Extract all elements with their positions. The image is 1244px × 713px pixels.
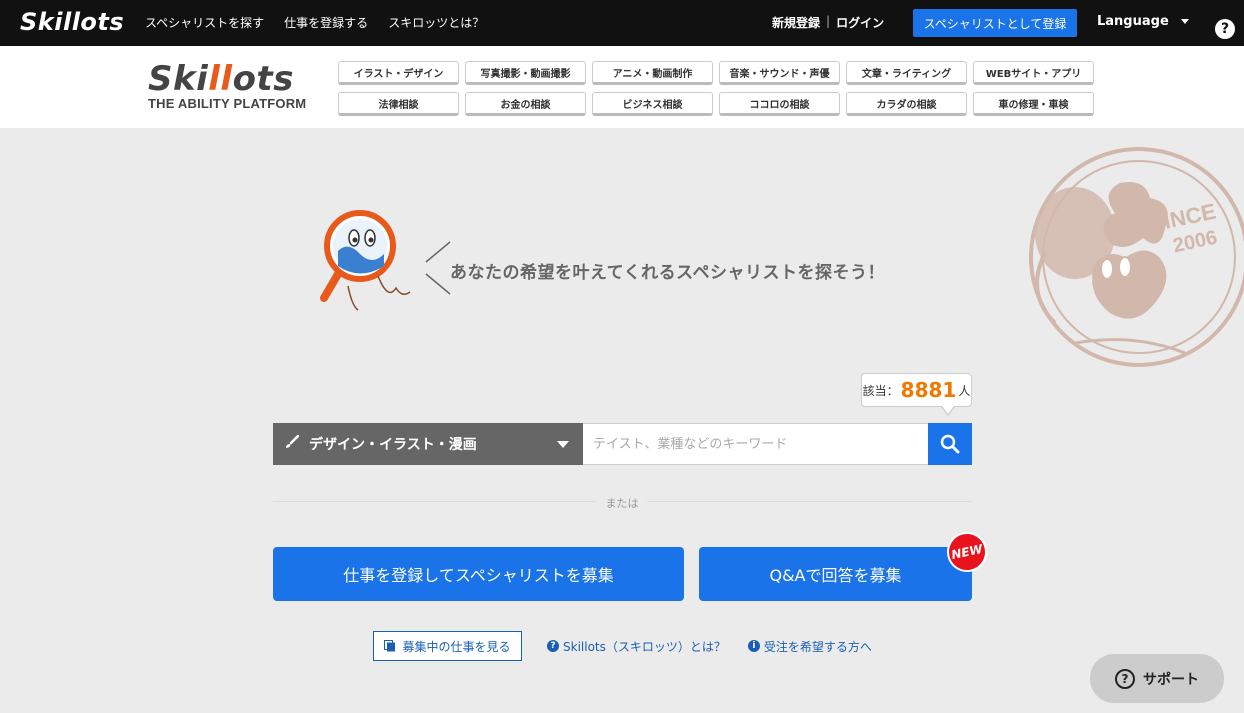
about-link[interactable]: ? Skillots（スキロッツ）とは？: [547, 638, 726, 655]
open-jobs-label: 募集中の仕事を見る: [402, 639, 511, 654]
since-2006-stamp-icon: SINCE 2006: [1025, 143, 1244, 375]
brand-tagline: THE ABILITY PLATFORM: [148, 96, 307, 111]
search-bar: デザイン・イラスト・漫画: [273, 423, 972, 465]
copy-icon: [384, 640, 396, 652]
brand-word-start: Ski: [148, 59, 209, 99]
result-count: 8881: [900, 378, 957, 402]
count-suffix: 人: [958, 383, 971, 398]
category-animation[interactable]: アニメ・動画制作: [592, 61, 713, 85]
support-label: サポート: [1143, 671, 1199, 688]
category-mind[interactable]: ココロの相談: [719, 92, 840, 116]
nav-post-job[interactable]: 仕事を登録する: [284, 14, 368, 31]
language-label: Language: [1097, 14, 1169, 29]
language-selector[interactable]: Language: [1097, 14, 1189, 29]
for-workers-link[interactable]: i 受注を希望する方へ: [747, 638, 872, 655]
category-dropdown-value: デザイン・イラスト・漫画: [309, 437, 477, 453]
category-legal[interactable]: 法律相談: [338, 92, 459, 116]
category-writing[interactable]: 文章・ライティング: [846, 61, 967, 85]
register-specialist-button[interactable]: スペシャリストとして登録: [913, 9, 1077, 37]
search-button[interactable]: [928, 423, 972, 465]
top-bar: Skillots スペシャリストを探す 仕事を登録する スキロッツとは？ 新規登…: [0, 0, 1244, 46]
category-music-voice[interactable]: 音楽・サウンド・声優: [719, 61, 840, 85]
category-business[interactable]: ビジネス相談: [592, 92, 713, 116]
support-button[interactable]: ? サポート: [1090, 654, 1224, 703]
category-money[interactable]: お金の相談: [465, 92, 586, 116]
secondary-links: 募集中の仕事を見る ? Skillots（スキロッツ）とは？ i 受注を希望する…: [373, 631, 872, 661]
login-link[interactable]: ログイン: [836, 14, 884, 31]
hero-tagline: あなたの希望を叶えてくれるスペシャリストを探そう！: [450, 263, 885, 283]
category-illustration-design[interactable]: イラスト・デザイン: [338, 61, 459, 85]
register-job-button[interactable]: 仕事を登録してスペシャリストを募集: [273, 547, 684, 601]
mascot-magnifier-icon: [318, 206, 418, 320]
category-web-app[interactable]: WEBサイト・アプリ: [973, 61, 1094, 85]
brand-logo[interactable]: Skillots THE ABILITY PLATFORM: [148, 60, 306, 111]
signup-link[interactable]: 新規登録: [772, 14, 820, 31]
header: Skillots THE ABILITY PLATFORM イラスト・デザイン …: [0, 46, 1244, 128]
brand-word-ll: ll: [208, 59, 233, 99]
question-circle-icon: ?: [547, 640, 559, 652]
question-icon: ?: [1115, 668, 1135, 689]
auth-separator: |: [826, 14, 831, 28]
info-circle-icon: i: [747, 640, 760, 652]
category-photo-video[interactable]: 写真撮影・動画撮影: [465, 61, 586, 85]
nav-about[interactable]: スキロッツとは？: [388, 14, 484, 31]
for-workers-link-label: 受注を希望する方へ: [763, 639, 872, 654]
chevron-down-icon: [1180, 19, 1189, 24]
open-jobs-button[interactable]: 募集中の仕事を見る: [373, 631, 522, 661]
top-logo[interactable]: Skillots: [20, 8, 124, 36]
search-icon: [940, 434, 960, 454]
result-count-bubble: 該当： 8881 人: [861, 373, 972, 416]
help-icon[interactable]: ?: [1215, 19, 1235, 39]
nav-find-specialist[interactable]: スペシャリストを探す: [145, 14, 264, 31]
about-link-label: Skillots（スキロッツ）とは？: [563, 639, 726, 654]
auth-links: 新規登録 | ログイン: [772, 14, 884, 31]
chevron-down-icon: [557, 441, 569, 448]
divider-label: または: [597, 495, 647, 511]
keyword-search-input[interactable]: [583, 423, 928, 465]
brand-word-end: ots: [232, 59, 294, 99]
category-car-repair[interactable]: 車の修理・車検: [973, 92, 1094, 116]
qa-button[interactable]: Q&Aで回答を募集: [699, 547, 972, 601]
category-dropdown[interactable]: デザイン・イラスト・漫画: [273, 423, 583, 465]
category-body[interactable]: カラダの相談: [846, 92, 967, 116]
count-prefix: 該当：: [862, 383, 899, 398]
category-grid: イラスト・デザイン 写真撮影・動画撮影 アニメ・動画制作 音楽・サウンド・声優 …: [338, 61, 1094, 116]
top-nav: スペシャリストを探す 仕事を登録する スキロッツとは？: [145, 14, 484, 31]
brush-icon: [285, 434, 300, 453]
